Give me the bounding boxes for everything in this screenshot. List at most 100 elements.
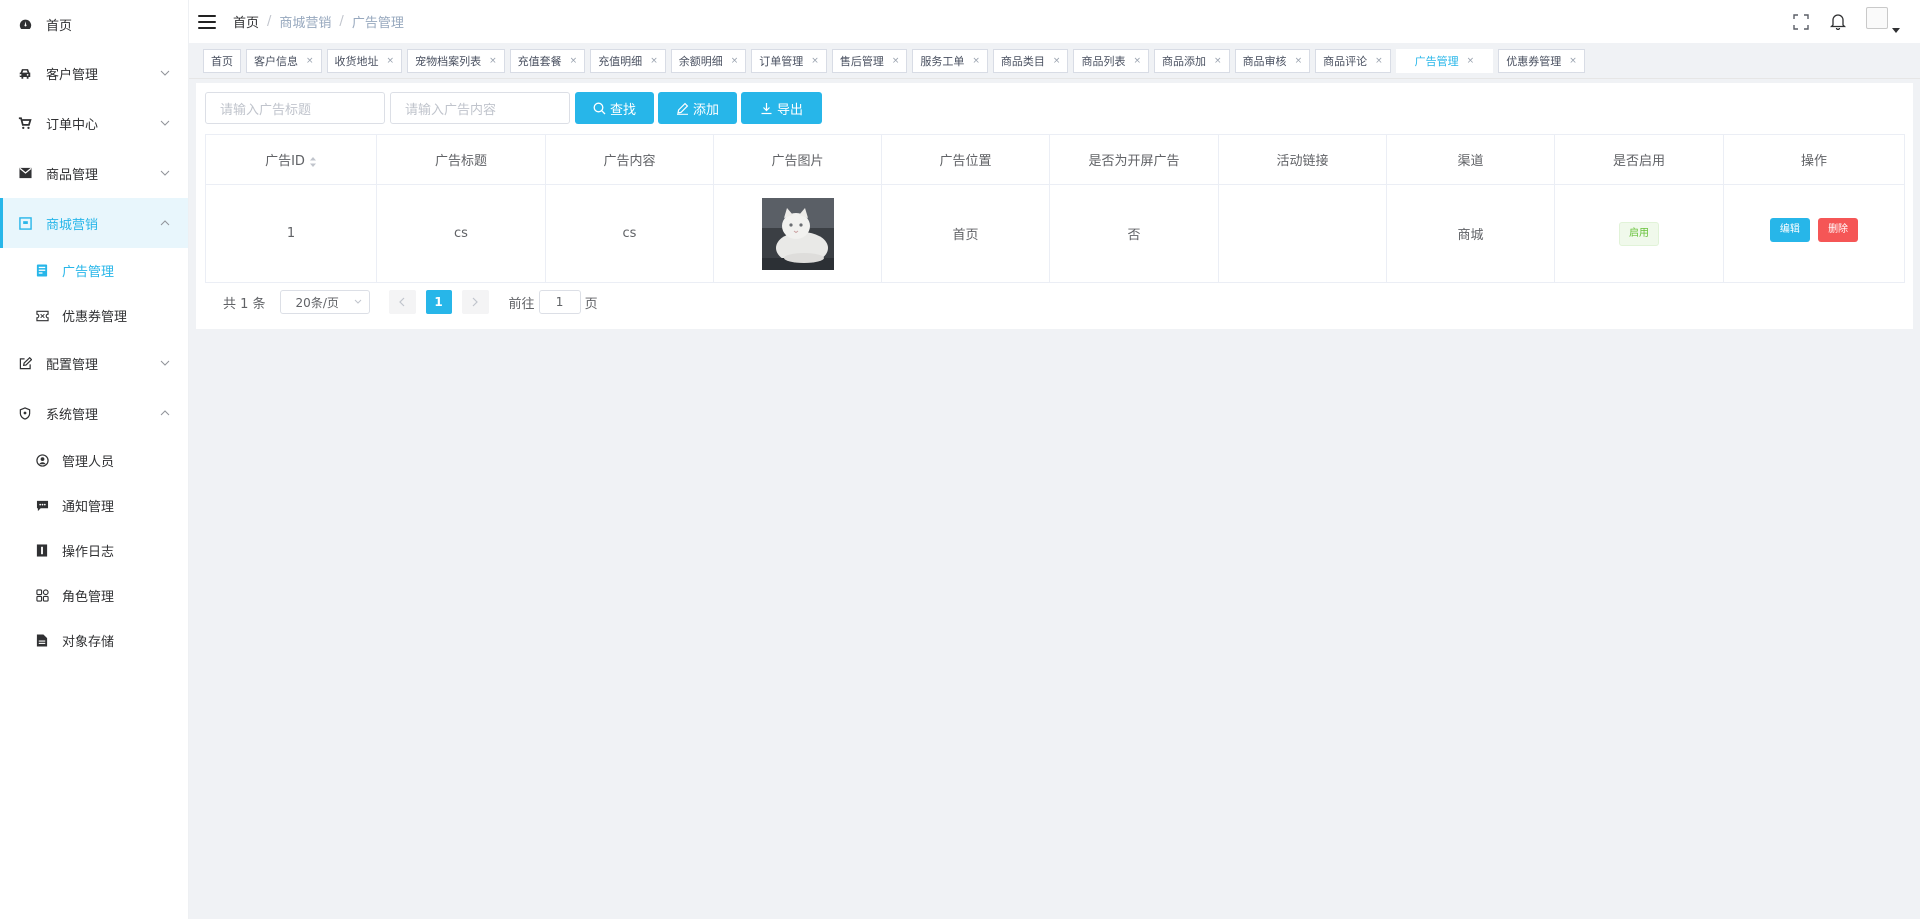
add-button[interactable]: 添加: [658, 92, 738, 124]
tab-label: 商品评论: [1323, 54, 1368, 68]
sidebar-item-marketing[interactable]: 商城营销: [0, 198, 188, 248]
breadcrumb-item: 商城营销: [279, 16, 332, 31]
tab-shipping-address[interactable]: 收货地址 ×: [326, 48, 403, 73]
close-icon[interactable]: ×: [1375, 56, 1383, 66]
tab-label: 商品审核: [1242, 54, 1287, 68]
sidebar-subitem-object-storage[interactable]: 对象存储: [0, 618, 188, 663]
shield-icon: [18, 406, 32, 420]
tab-recharge-details[interactable]: 充值明细 ×: [590, 48, 666, 73]
edit-button[interactable]: 编辑: [1769, 218, 1810, 242]
tags-view: 首页 客户信息 × 收货地址 × 宠物档案列表 × 充值套餐 × 充值明细 × 余额明细 ×…: [189, 43, 1920, 79]
tab-product-add[interactable]: 商品添加 ×: [1154, 48, 1230, 73]
column-header: 广告位置: [881, 134, 1050, 185]
page-size-select[interactable]: 20条/页: [279, 290, 370, 314]
sort-icon[interactable]: [309, 156, 317, 168]
ad-title-input[interactable]: 请输入广告标题: [205, 92, 385, 124]
sidebar-item-system[interactable]: 系统管理: [0, 388, 188, 438]
status-badge: 启用: [1619, 221, 1659, 246]
breadcrumb-separator: /: [339, 14, 344, 29]
column-header: 是否为开屏广告: [1049, 134, 1219, 185]
column-header: 活动链接: [1218, 134, 1387, 185]
close-icon[interactable]: ×: [1214, 56, 1222, 66]
page-number-current[interactable]: 1: [425, 290, 452, 314]
tab-product-review[interactable]: 商品审核 ×: [1234, 48, 1311, 73]
sidebar-subitem-label: 通知管理: [62, 500, 115, 515]
tab-coupon-management[interactable]: 优惠券管理 ×: [1498, 48, 1585, 73]
sidebar-subitem-admins[interactable]: 管理人员: [0, 438, 188, 483]
chevron-up-icon: [160, 220, 170, 226]
pagination-total: 共 1 条: [223, 296, 266, 312]
tab-product-comments[interactable]: 商品评论 ×: [1315, 48, 1391, 73]
close-icon[interactable]: ×: [892, 56, 900, 66]
search-icon: [593, 102, 606, 115]
tab-label: 商品添加: [1162, 54, 1207, 68]
tab-product-categories[interactable]: 商品类目 ×: [992, 48, 1069, 73]
fullscreen-icon[interactable]: [1792, 13, 1810, 31]
tab-home[interactable]: 首页: [203, 48, 241, 73]
cell-id: 1: [205, 184, 377, 283]
tab-product-list[interactable]: 商品列表 ×: [1073, 48, 1150, 73]
ad-image-thumbnail[interactable]: [761, 197, 834, 270]
sidebar-subitem-label: 优惠券管理: [62, 310, 128, 325]
close-icon[interactable]: ×: [1467, 56, 1475, 66]
sidebar-item-config[interactable]: 配置管理: [0, 338, 188, 388]
chevron-down-icon: [160, 360, 170, 366]
chevron-down-icon: [160, 120, 170, 126]
cell-enabled: 启用: [1554, 184, 1724, 283]
hamburger-icon[interactable]: [198, 14, 216, 29]
close-icon[interactable]: ×: [1569, 56, 1577, 66]
tab-balance-details[interactable]: 余额明细 ×: [670, 48, 747, 73]
chevron-up-icon: [160, 410, 170, 416]
tab-label: 余额明细: [678, 54, 723, 68]
bell-icon[interactable]: [1829, 13, 1847, 31]
close-icon[interactable]: ×: [489, 56, 497, 66]
tab-label: 服务工单: [920, 54, 965, 68]
next-page-button[interactable]: [461, 290, 489, 314]
breadcrumb-item[interactable]: 首页: [233, 12, 259, 31]
tab-order-management[interactable]: 订单管理 ×: [751, 48, 827, 73]
column-header-label: 广告ID: [265, 154, 305, 169]
goto-page-input[interactable]: 1: [538, 290, 581, 314]
sidebar-subitem-coupon-management[interactable]: 优惠券管理: [0, 293, 188, 338]
close-icon[interactable]: ×: [731, 56, 739, 66]
prev-page-button[interactable]: [388, 290, 416, 314]
column-header-id[interactable]: 广告ID: [205, 134, 377, 185]
tab-customer-info[interactable]: 客户信息 ×: [246, 48, 322, 73]
tab-label: 商品类目: [1000, 54, 1045, 68]
tab-service-tickets[interactable]: 服务工单 ×: [912, 48, 988, 73]
close-icon[interactable]: ×: [1295, 56, 1303, 66]
close-icon[interactable]: ×: [1133, 56, 1141, 66]
close-icon[interactable]: ×: [1053, 56, 1061, 66]
close-icon[interactable]: ×: [811, 56, 819, 66]
main-content: 请输入广告标题 请输入广告内容 查找 添加 导出 广告ID 广告标题 广告内容 …: [196, 83, 1913, 329]
column-header: 渠道: [1386, 134, 1555, 185]
export-button[interactable]: 导出: [741, 92, 823, 124]
sidebar-item-products[interactable]: 商品管理: [0, 148, 188, 198]
tab-recharge-packages[interactable]: 充值套餐 ×: [509, 48, 586, 73]
close-icon[interactable]: ×: [570, 56, 578, 66]
sidebar-subitem-operation-log[interactable]: 操作日志: [0, 528, 188, 573]
sidebar-item-label: 商城营销: [46, 217, 99, 233]
close-icon[interactable]: ×: [306, 56, 314, 66]
sidebar-item-home[interactable]: 首页: [0, 0, 188, 48]
delete-button[interactable]: 删除: [1818, 218, 1859, 242]
header-actions: [1792, 0, 1920, 43]
close-icon[interactable]: ×: [650, 56, 658, 66]
search-button[interactable]: 查找: [575, 92, 655, 124]
sidebar-subitem-roles[interactable]: 角色管理: [0, 573, 188, 618]
ad-content-input[interactable]: 请输入广告内容: [390, 92, 570, 124]
tab-pet-records[interactable]: 宠物档案列表 ×: [407, 48, 505, 73]
dashboard-icon: [18, 17, 32, 31]
close-icon[interactable]: ×: [972, 56, 980, 66]
caret-down-icon[interactable]: [1892, 27, 1900, 34]
tab-after-sales[interactable]: 售后管理 ×: [831, 48, 908, 73]
sidebar-subitem-notifications[interactable]: 通知管理: [0, 483, 188, 528]
close-icon[interactable]: ×: [387, 56, 395, 66]
avatar[interactable]: [1866, 6, 1888, 29]
tab-ad-management[interactable]: 广告管理 ×: [1395, 48, 1494, 73]
breadcrumb: 首页 / 商城营销 / 广告管理: [233, 12, 404, 31]
sidebar-item-orders[interactable]: 订单中心: [0, 98, 188, 148]
sidebar-item-customer[interactable]: 客户管理: [0, 48, 188, 98]
sidebar-subitem-ad-management[interactable]: 广告管理: [0, 248, 188, 293]
goto-prefix: 前往: [508, 296, 535, 312]
